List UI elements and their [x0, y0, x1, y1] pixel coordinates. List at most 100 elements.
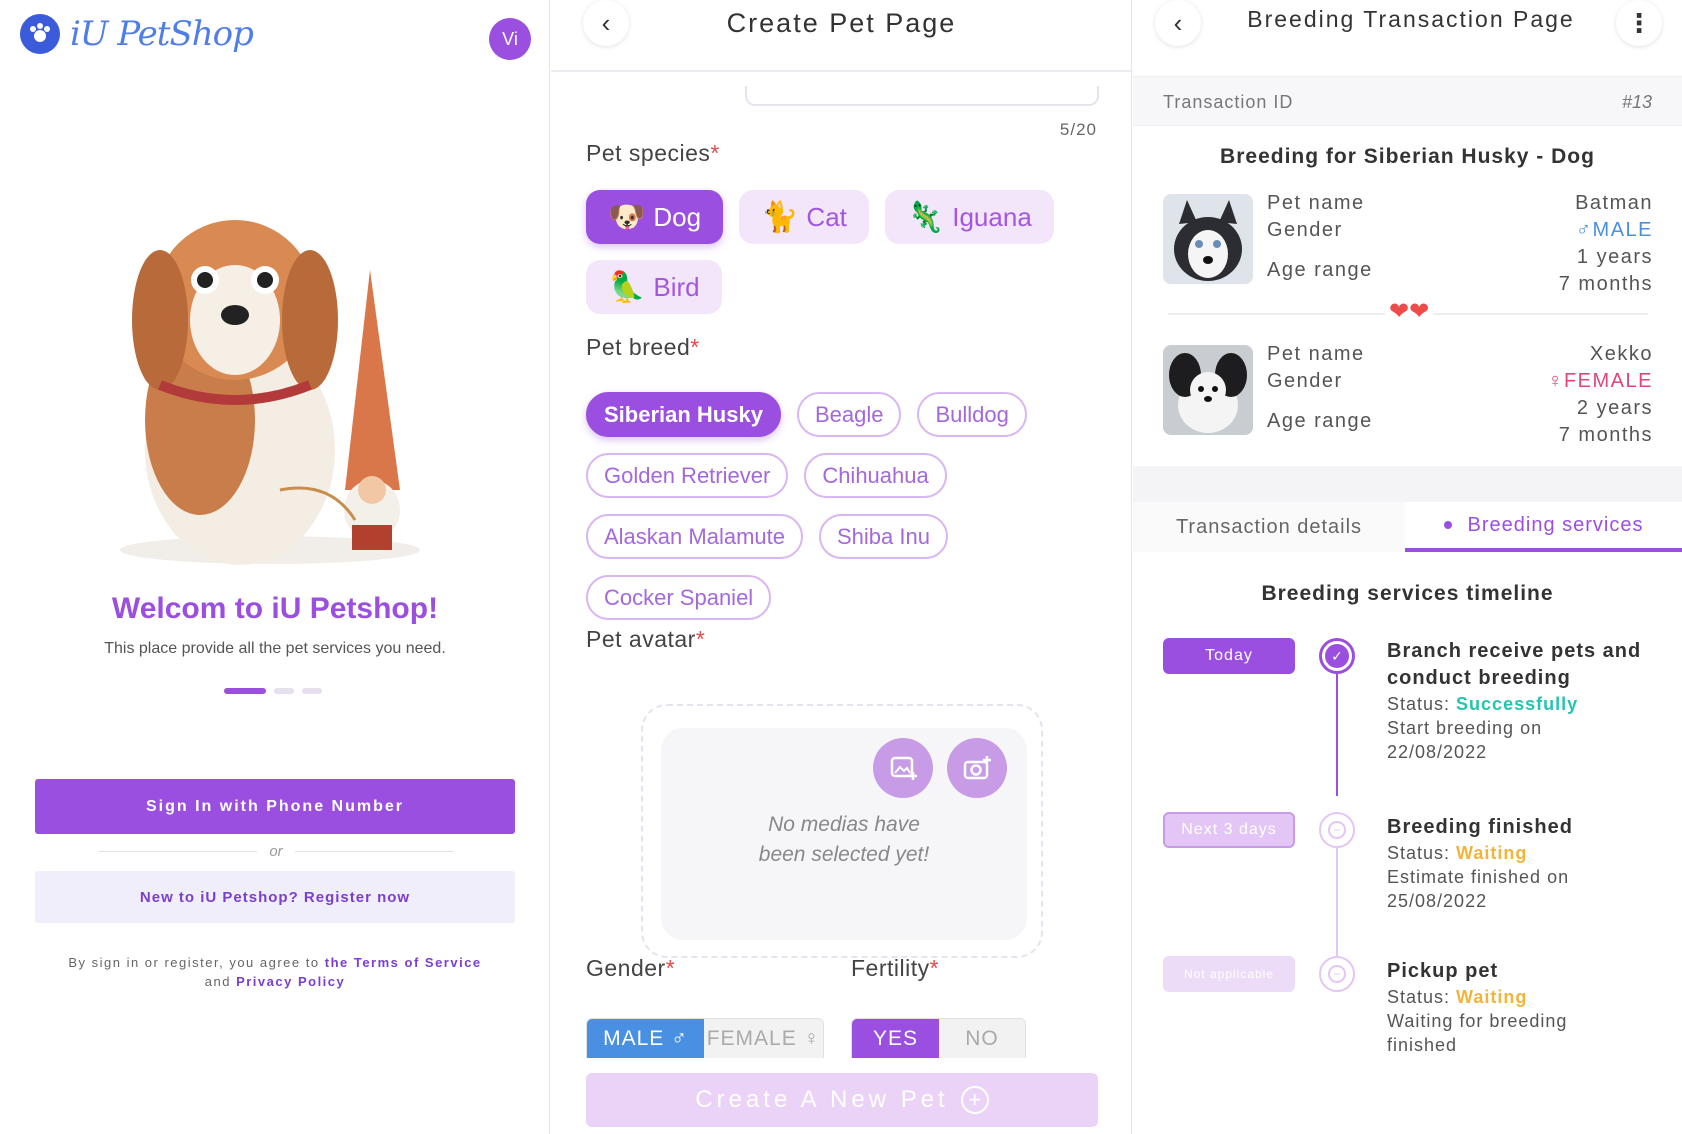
species-chip-dog[interactable]: 🐶 Dog — [586, 190, 724, 244]
timeline-title: Breeding services timeline — [1261, 582, 1554, 605]
name-char-counter: 5/20 — [1059, 120, 1097, 139]
create-pet-button[interactable]: Create A New Pet + — [586, 1073, 1098, 1127]
carousel-dot[interactable] — [224, 688, 266, 694]
privacy-policy-link[interactable]: Privacy Policy — [236, 974, 345, 989]
breed-chip[interactable]: Beagle — [796, 392, 902, 437]
pending-icon: − — [1328, 821, 1346, 839]
pet-age-months: 7 months — [1558, 273, 1653, 295]
pet-card-male: Pet name Gender Age range Batman ♂MALE 1… — [1163, 192, 1653, 295]
register-button[interactable]: New to iU Petshop? Register now — [35, 871, 515, 923]
section-separator — [1133, 466, 1682, 502]
step-pending-node: − — [1319, 812, 1355, 848]
pet-name: Xekko — [1589, 343, 1653, 365]
brand-name: iU PetShop — [70, 14, 254, 54]
terms-and: and — [204, 974, 231, 989]
breed-chip[interactable]: Bulldog — [917, 392, 1027, 437]
camera-upload-button[interactable] — [947, 738, 1007, 798]
breed-chip[interactable]: Chihuahua — [804, 453, 947, 498]
species-chip-cat[interactable]: 🐈 Cat — [739, 190, 869, 244]
or-divider: or — [98, 843, 454, 860]
more-menu-button[interactable]: ⋮ — [1616, 0, 1662, 46]
fertility-yes-option[interactable]: YES — [852, 1019, 939, 1058]
plus-circle-icon: + — [960, 1086, 989, 1114]
avatar-label: Pet avatar* — [586, 626, 706, 652]
transaction-id-label: Transaction ID — [1163, 92, 1294, 112]
transaction-id-bar: Transaction ID #13 — [1133, 76, 1682, 126]
pet-name: Batman — [1575, 192, 1653, 214]
welcome-panel: iU PetShop Vi Welcom to iU Petshop! This… — [0, 0, 550, 1134]
breed-chip[interactable]: Siberian Husky — [586, 392, 781, 437]
carousel-dot[interactable] — [302, 688, 322, 694]
page-title: Breeding Transaction Page — [1247, 6, 1575, 32]
terms-notice: By sign in or register, you agree to the… — [60, 953, 490, 991]
media-preview: No medias have been selected yet! — [661, 728, 1027, 940]
breed-chip[interactable]: Shiba Inu — [818, 514, 948, 559]
image-add-icon — [890, 756, 917, 780]
page-title: Create Pet Page — [726, 8, 957, 38]
transaction-id-value: #13 — [1621, 92, 1652, 112]
fertility-toggle: YES NO — [851, 1018, 1026, 1058]
back-button[interactable]: ‹ — [1155, 0, 1201, 46]
breed-chip[interactable]: Cocker Spaniel — [586, 575, 772, 620]
gender-male-option[interactable]: MALE ♂ — [587, 1019, 705, 1058]
breed-label: Pet breed* — [586, 334, 700, 360]
dog-icon: 🐶 — [608, 200, 646, 234]
species-chip-iguana[interactable]: 🦎 Iguana — [884, 190, 1054, 244]
avatar[interactable]: Vi — [489, 18, 531, 60]
sign-in-phone-button[interactable]: Sign In with Phone Number — [35, 779, 515, 834]
gender-female-option[interactable]: FEMALE ♀ — [704, 1019, 823, 1058]
transaction-tabs: Transaction details Breeding services — [1133, 502, 1682, 552]
hearts-icon: ❤❤ — [1385, 300, 1434, 324]
breed-selector: Siberian Husky Beagle Bulldog Golden Ret… — [586, 392, 1076, 620]
tab-transaction-details[interactable]: Transaction details — [1133, 502, 1405, 552]
timeline-connector — [1336, 848, 1338, 956]
pet-card-female: Pet name Gender Age range Xekko ♀FEMALE … — [1163, 343, 1653, 446]
paw-logo-icon — [20, 14, 60, 54]
timeline-step: Branch receive pets and conduct breeding… — [1387, 640, 1642, 762]
cat-icon: 🐈 — [761, 200, 799, 234]
pet-gender: ♀FEMALE — [1547, 370, 1653, 392]
kebab-menu-icon: ⋮ — [1626, 7, 1652, 38]
pet-values: Batman ♂MALE 1 years 7 months — [1559, 190, 1653, 298]
iguana-icon: 🦎 — [906, 200, 945, 234]
husky-photo — [1163, 194, 1253, 284]
chevron-left-icon: ‹ — [1173, 7, 1183, 38]
welcome-title: Welcom to iU Petshop! — [111, 592, 439, 625]
timeline-pill: Not applicable — [1163, 956, 1295, 992]
species-label: Pet species* — [586, 140, 720, 166]
pet-age-years: 2 years — [1576, 397, 1653, 419]
pet-age-months: 7 months — [1558, 424, 1653, 446]
terms-prefix: By sign in or register, you agree to — [68, 955, 320, 970]
pending-icon: − — [1328, 965, 1346, 983]
timeline-pill: Next 3 days — [1163, 812, 1295, 848]
status-value: Waiting — [1456, 843, 1528, 863]
gallery-upload-button[interactable] — [873, 738, 933, 798]
step-pending-node: − — [1319, 956, 1355, 992]
tab-breeding-services[interactable]: Breeding services — [1405, 502, 1682, 552]
carousel-indicator[interactable] — [224, 688, 322, 694]
check-icon: ✓ — [1325, 644, 1349, 668]
fertility-no-option[interactable]: NO — [939, 1019, 1025, 1058]
timeline-pill: Today — [1163, 638, 1295, 674]
breed-chip[interactable]: Alaskan Malamute — [586, 514, 803, 559]
breed-chip[interactable]: Golden Retriever — [586, 453, 789, 498]
no-media-message: No medias have been selected yet! — [758, 813, 930, 866]
pet-gender: ♂MALE — [1576, 219, 1653, 241]
pet-name-input[interactable] — [745, 86, 1099, 106]
pet-age-years: 1 years — [1576, 246, 1653, 268]
carousel-dot[interactable] — [274, 688, 294, 694]
timeline-step: Pickup pet Status: Waiting Waiting for b… — [1387, 960, 1568, 1055]
gender-toggle: MALE ♂ FEMALE ♀ — [586, 1018, 824, 1058]
avatar-dropzone[interactable]: No medias have been selected yet! — [641, 704, 1043, 958]
welcome-subtitle: This place provide all the pet services … — [104, 640, 446, 657]
dog-illustration — [120, 220, 420, 565]
fertility-label: Fertility* — [851, 955, 940, 981]
breeding-transaction-panel: ‹ Breeding Transaction Page ⋮ Transactio… — [1133, 0, 1682, 1134]
bird-icon: 🦜 — [608, 270, 646, 304]
terms-of-service-link[interactable]: the Terms of Service — [325, 955, 482, 970]
pair-divider: ❤❤ — [1168, 300, 1648, 326]
species-chip-bird[interactable]: 🦜 Bird — [586, 260, 722, 314]
active-tab-bullet — [1443, 521, 1452, 529]
breeding-for-title: Breeding for Siberian Husky - Dog — [1220, 145, 1595, 168]
status-value: Waiting — [1456, 987, 1528, 1007]
